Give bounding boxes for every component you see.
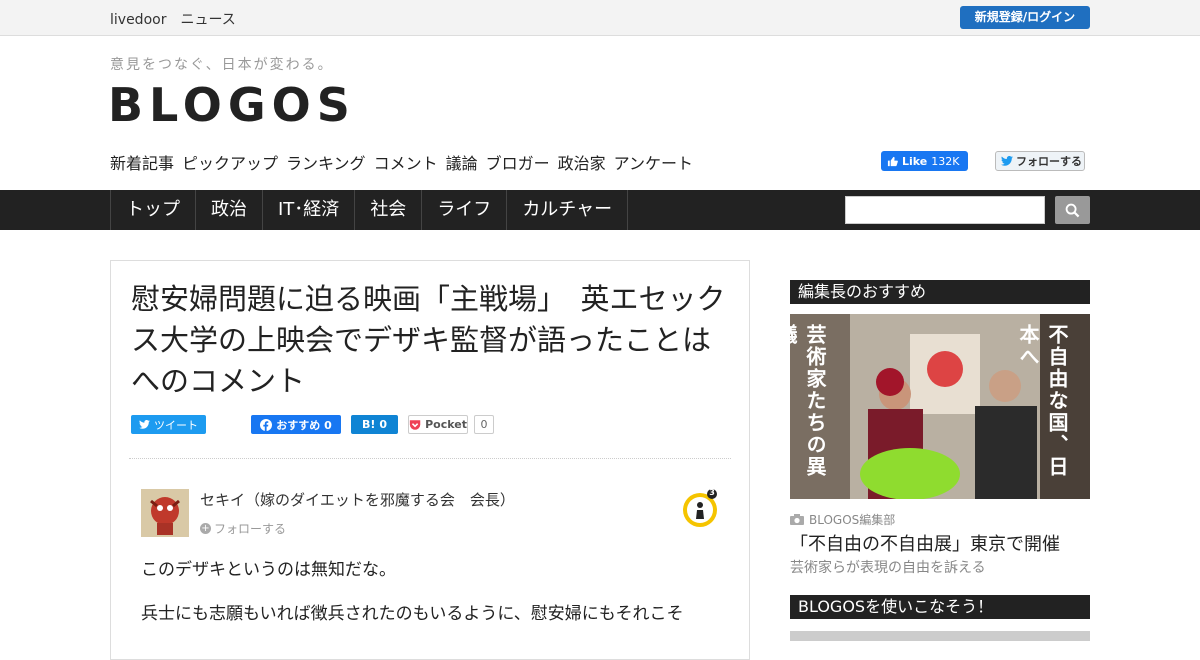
sidebar: 編集長のおすすめ 芸術家たちの異議 不自由な国、日本へ BLOGOS編集部 「不… xyxy=(790,280,1090,641)
nav-it-economy[interactable]: IT･経済 xyxy=(263,190,356,230)
search-button[interactable] xyxy=(1055,196,1090,224)
top-bar: livedoor ニュース 新規登録/ログイン xyxy=(0,0,1200,36)
hatena-bookmark-button[interactable]: B! 0 xyxy=(351,415,398,434)
pocket-label: Pocket xyxy=(425,418,467,431)
tweet-label: ツイート xyxy=(154,418,198,432)
author-name[interactable]: セキイ（嫁のダイエットを邪魔する会 会長） xyxy=(200,489,515,510)
feature-meta: BLOGOS編集部 xyxy=(790,511,1090,528)
login-button[interactable]: 新規登録/ログイン xyxy=(960,6,1090,29)
tw-follow-label: フォローする xyxy=(1016,155,1082,168)
paragraph: このデザキというのは無知だな。 xyxy=(141,560,396,580)
site-logo[interactable]: BLOGOS xyxy=(108,78,356,132)
subnav-item-debate[interactable]: 議論 xyxy=(446,150,478,174)
facebook-like-button[interactable]: Like 132K xyxy=(881,151,968,171)
twitter-follow-button[interactable]: フォローする xyxy=(995,151,1085,171)
article-body: このデザキというのは無知だな。 兵士にも志願もいれば徴兵されたのもいるように、慰… xyxy=(141,557,731,645)
divider xyxy=(129,458,731,459)
article-card: 慰安婦問題に迫る映画「主戦場」 英エセックス大学の上映会でデザキ監督が語ったこと… xyxy=(110,260,750,660)
feature-title[interactable]: 「不自由の不自由展」東京で開催 xyxy=(790,530,1090,556)
site-link[interactable]: livedoor ニュース xyxy=(110,9,236,29)
twitter-bird-icon xyxy=(1001,156,1013,166)
subnav-item-pickup[interactable]: ピックアップ xyxy=(182,150,278,174)
facebook-icon xyxy=(260,418,273,431)
sub-navigation: 新着記事 ピックアップ ランキング コメント 議論 ブロガー 政治家 アンケート xyxy=(110,150,693,174)
search-icon xyxy=(1065,203,1080,217)
tweet-button[interactable]: ツイート xyxy=(131,415,206,434)
user-badge[interactable]: 3 xyxy=(682,488,718,527)
facebook-recommend-button[interactable]: おすすめ 0 xyxy=(251,415,341,434)
subnav-item-comment[interactable]: コメント xyxy=(374,150,438,174)
thumbs-up-icon xyxy=(887,156,898,166)
sidebar-heading-recommend: 編集長のおすすめ xyxy=(790,280,1090,304)
tagline: 意見をつなぐ、日本が変わる。 xyxy=(110,57,334,73)
camera-icon xyxy=(790,514,804,525)
fb-recommend-label: おすすめ 0 xyxy=(276,418,332,432)
subnav-item-survey[interactable]: アンケート xyxy=(614,150,693,174)
follow-label: フォローする xyxy=(214,522,287,536)
pocket-count: 0 xyxy=(474,415,494,434)
feature-image[interactable]: 芸術家たちの異議 不自由な国、日本へ xyxy=(790,314,1090,499)
search-input[interactable] xyxy=(845,196,1045,224)
pocket-button[interactable]: Pocket xyxy=(408,415,468,434)
nav-society[interactable]: 社会 xyxy=(355,190,423,230)
hatena-count: 0 xyxy=(379,418,388,431)
nav-politics[interactable]: 政治 xyxy=(196,190,263,230)
nav-life[interactable]: ライフ xyxy=(422,190,508,230)
article-title[interactable]: 慰安婦問題に迫る映画「主戦場」 英エセックス大学の上映会でデザキ監督が語ったこと… xyxy=(131,279,731,402)
subnav-item-ranking[interactable]: ランキング xyxy=(286,150,366,174)
author-avatar[interactable] xyxy=(141,489,189,537)
nav-culture[interactable]: カルチャー xyxy=(507,190,629,230)
subnav-item-blogger[interactable]: ブロガー xyxy=(486,150,550,174)
subnav-item-new[interactable]: 新着記事 xyxy=(110,150,174,174)
fb-like-count: 132K xyxy=(931,154,960,168)
follow-author-link[interactable]: + フォローする xyxy=(200,520,286,537)
badge-count: 3 xyxy=(709,488,715,497)
feature-source: BLOGOS編集部 xyxy=(809,513,896,527)
pocket-icon xyxy=(409,419,421,430)
paragraph: 兵士にも志願もいれば徴兵されたのもいるように、慰安婦にもそれこそ xyxy=(141,604,684,624)
placeholder-bar xyxy=(790,631,1090,641)
twitter-bird-icon xyxy=(139,420,150,429)
fb-like-label: Like xyxy=(902,154,928,168)
subnav-item-politician[interactable]: 政治家 xyxy=(558,150,606,174)
hatena-icon: B! xyxy=(361,418,376,431)
plus-circle-icon: + xyxy=(200,523,211,534)
sidebar-heading-guide: BLOGOSを使いこなそう！ xyxy=(790,595,1090,619)
feature-left-text: 芸術家たちの異議 xyxy=(790,324,827,478)
feature-subtitle: 芸術家らが表現の自由を訴える xyxy=(790,560,986,576)
nav-top[interactable]: トップ xyxy=(110,190,196,230)
feature-right-text: 不自由な国、日本へ xyxy=(1016,324,1069,478)
